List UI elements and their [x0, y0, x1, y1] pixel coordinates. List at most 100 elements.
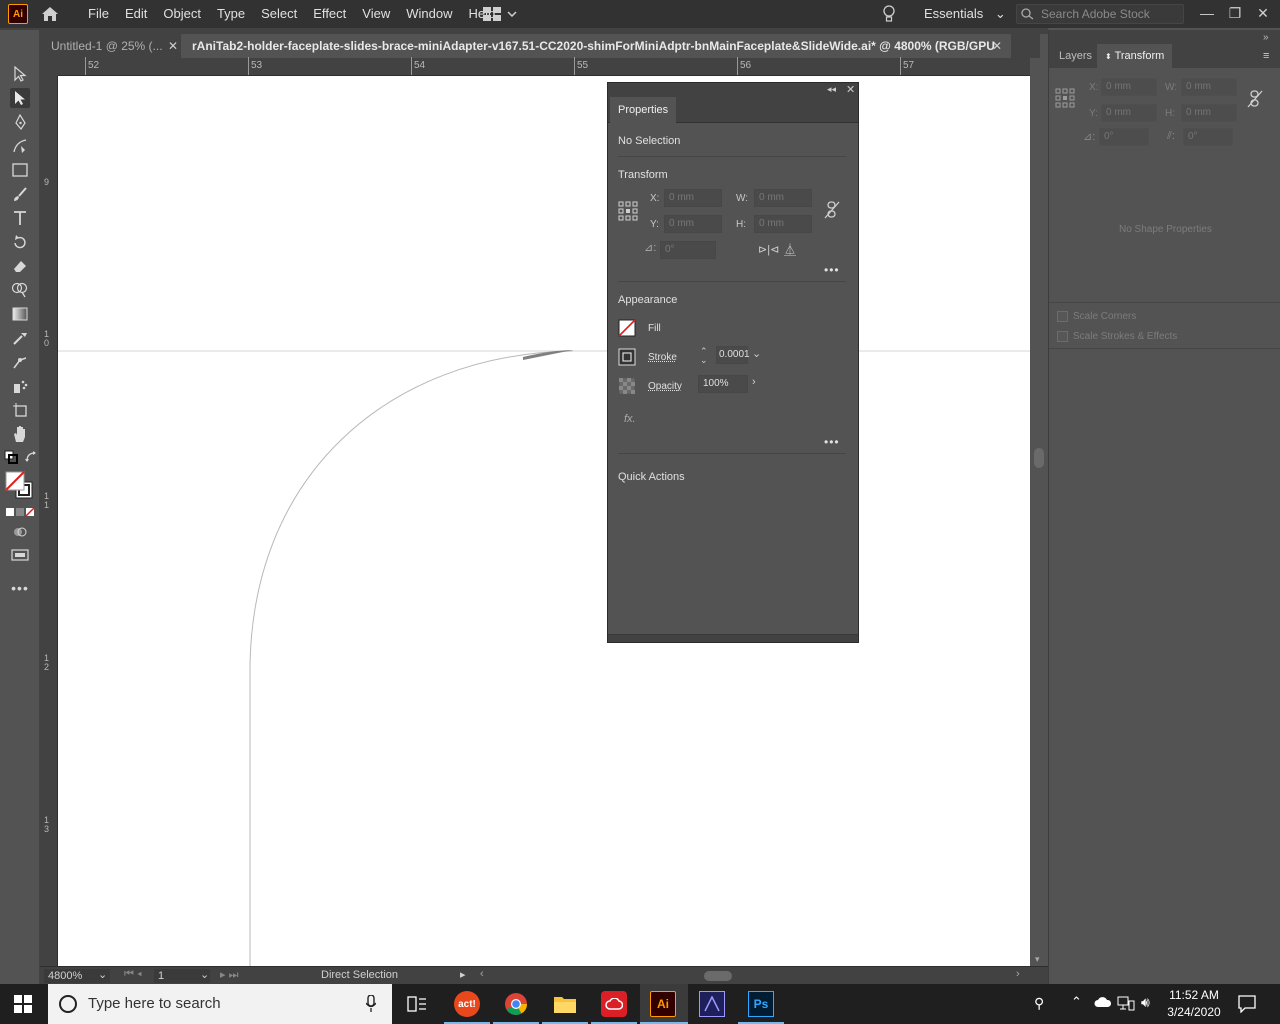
horizontal-ruler[interactable]: 52 53 54 55 56 57	[58, 57, 1030, 76]
first-artboard-icon[interactable]: ⏮ ◂	[124, 968, 142, 981]
task-view-icon[interactable]	[402, 989, 432, 1019]
scroll-right-icon[interactable]: ›	[1016, 968, 1020, 980]
w-field[interactable]: 0 mm	[1181, 78, 1237, 96]
lightbulb-icon[interactable]	[882, 5, 896, 26]
tab-close-icon[interactable]: ✕	[168, 34, 178, 58]
restore-button[interactable]: ❐	[1223, 2, 1247, 24]
tab-untitled-1[interactable]: Untitled-1 @ 25% (...	[40, 34, 180, 58]
menu-file[interactable]: File	[80, 0, 117, 28]
effects-button[interactable]: fx.	[624, 413, 636, 425]
system-clock[interactable]: 11:52 AM 3/24/2020	[1163, 987, 1225, 1021]
reference-point-icon[interactable]	[618, 201, 638, 224]
hand-tool-icon[interactable]	[10, 424, 30, 444]
action-center-icon[interactable]	[1238, 995, 1256, 1016]
puppet-warp-tool-icon[interactable]	[10, 352, 30, 372]
network-icon[interactable]	[1117, 995, 1135, 1014]
scroll-thumb[interactable]	[1034, 448, 1044, 468]
scroll-left-icon[interactable]: ‹	[480, 968, 484, 980]
gradient-tool-icon[interactable]	[10, 304, 30, 324]
h-field[interactable]: 0 mm	[1181, 104, 1237, 122]
chevron-down-icon[interactable]: ⌄	[98, 968, 107, 981]
chevron-down-icon[interactable]: ⌄	[200, 968, 209, 981]
menu-select[interactable]: Select	[253, 0, 305, 28]
collapse-panel-icon[interactable]: ◂◂	[827, 84, 836, 95]
chevron-down-icon[interactable]: ⌄	[752, 347, 761, 360]
volume-icon[interactable]: 🔊︎	[1141, 994, 1150, 1011]
opacity-label[interactable]: Opacity	[648, 381, 682, 392]
flip-horizontal-icon[interactable]: ⊳|⊲	[758, 243, 779, 256]
rotate-angle-field[interactable]: 0°	[1099, 128, 1149, 146]
tab-active-document[interactable]: rAniTab2-holder-faceplate-slides-brace-m…	[181, 34, 1011, 77]
windows-start-icon[interactable]	[14, 995, 32, 1016]
rotate-angle-field[interactable]: 0°	[660, 241, 716, 259]
chrome-icon[interactable]	[501, 989, 531, 1019]
panel-menu-icon[interactable]: ≡	[1263, 50, 1269, 62]
artboard-tool-icon[interactable]	[10, 400, 30, 420]
menu-type[interactable]: Type	[209, 0, 253, 28]
x-field[interactable]: 0 mm	[1101, 78, 1157, 96]
menu-object[interactable]: Object	[155, 0, 209, 28]
people-icon[interactable]: ⚲	[1034, 995, 1044, 1012]
opacity-swatch-icon[interactable]	[618, 377, 636, 398]
close-window-button[interactable]: ✕	[1251, 2, 1275, 24]
collapse-dock-icon[interactable]: »	[1263, 32, 1269, 43]
show-hidden-icons-chevron-up-icon[interactable]: ⌃	[1071, 994, 1082, 1010]
taskbar-search-input[interactable]: Type here to search	[48, 984, 392, 1024]
reference-point-icon[interactable]	[1055, 88, 1075, 111]
shape-builder-tool-icon[interactable]	[10, 280, 30, 300]
shear-angle-field[interactable]: 0°	[1183, 128, 1233, 146]
w-field[interactable]: 0 mm	[754, 189, 812, 207]
eyedropper-tool-icon[interactable]	[10, 328, 30, 348]
arrange-documents-button[interactable]	[483, 6, 523, 22]
vertical-ruler[interactable]: 9 1 0 1 1 1 2 1 3	[40, 76, 58, 966]
chevron-right-icon[interactable]: ›	[752, 376, 756, 388]
adobe-stock-search-input[interactable]: Search Adobe Stock	[1016, 4, 1184, 24]
paintbrush-tool-icon[interactable]	[10, 184, 30, 204]
more-transform-options-icon[interactable]: •••	[824, 263, 840, 277]
rectangle-tool-icon[interactable]	[10, 160, 30, 180]
menu-window[interactable]: Window	[398, 0, 460, 28]
horizontal-scroll-thumb[interactable]	[704, 971, 732, 981]
constrain-proportions-icon[interactable]	[824, 201, 840, 222]
stroke-label[interactable]: Stroke	[648, 352, 677, 363]
more-appearance-options-icon[interactable]: •••	[824, 435, 840, 449]
curvature-tool-icon[interactable]	[10, 136, 30, 156]
eraser-tool-icon[interactable]	[10, 256, 30, 276]
status-menu-arrow-icon[interactable]: ▸	[460, 968, 466, 981]
tab-properties[interactable]: Properties	[610, 97, 676, 124]
close-panel-icon[interactable]: ✕	[846, 83, 855, 96]
scale-strokes-checkbox[interactable]	[1057, 331, 1068, 342]
panel-drag-bar[interactable]	[608, 83, 858, 97]
scale-corners-checkbox[interactable]	[1057, 311, 1068, 322]
ruler-origin[interactable]	[40, 58, 58, 76]
fill-swatch[interactable]	[618, 319, 636, 340]
illustrator-taskbar-icon[interactable]: Ai	[648, 989, 678, 1019]
fill-stroke-swatch[interactable]	[4, 470, 36, 502]
selection-tool-icon[interactable]	[10, 64, 30, 84]
tab-close-icon[interactable]: ✕	[992, 34, 1002, 58]
pen-tool-icon[interactable]	[10, 112, 30, 132]
tab-layers[interactable]: Layers	[1059, 44, 1092, 68]
menu-edit[interactable]: Edit	[117, 0, 155, 28]
last-artboard-icon[interactable]: ▸ ⏭	[220, 968, 238, 982]
flip-vertical-icon[interactable]: ⏅	[784, 241, 796, 258]
minimize-button[interactable]: —	[1195, 2, 1219, 24]
stroke-swatch[interactable]	[618, 348, 636, 369]
scroll-down-icon[interactable]: ▾	[1035, 954, 1040, 965]
screen-mode-icon[interactable]	[10, 546, 30, 566]
x-field[interactable]: 0 mm	[664, 189, 722, 207]
onedrive-icon[interactable]	[1094, 996, 1112, 1011]
default-fill-stroke-icon[interactable]	[4, 450, 18, 464]
rotate-tool-icon[interactable]	[10, 232, 30, 252]
swap-fill-stroke-icon[interactable]	[24, 450, 38, 464]
stroke-weight-field[interactable]: 0.0001	[716, 346, 750, 364]
home-icon[interactable]	[40, 4, 60, 24]
y-field[interactable]: 0 mm	[1101, 104, 1157, 122]
workspace-switcher[interactable]: Essentials ⌄	[924, 0, 1006, 28]
photoshop-icon[interactable]: Ps	[746, 989, 776, 1019]
h-field[interactable]: 0 mm	[754, 215, 812, 233]
creative-cloud-icon[interactable]	[599, 989, 629, 1019]
panel-resize-handle[interactable]	[608, 634, 858, 642]
stroke-stepper-icon[interactable]: ⌃ ⌄	[700, 347, 708, 365]
menu-view[interactable]: View	[354, 0, 398, 28]
